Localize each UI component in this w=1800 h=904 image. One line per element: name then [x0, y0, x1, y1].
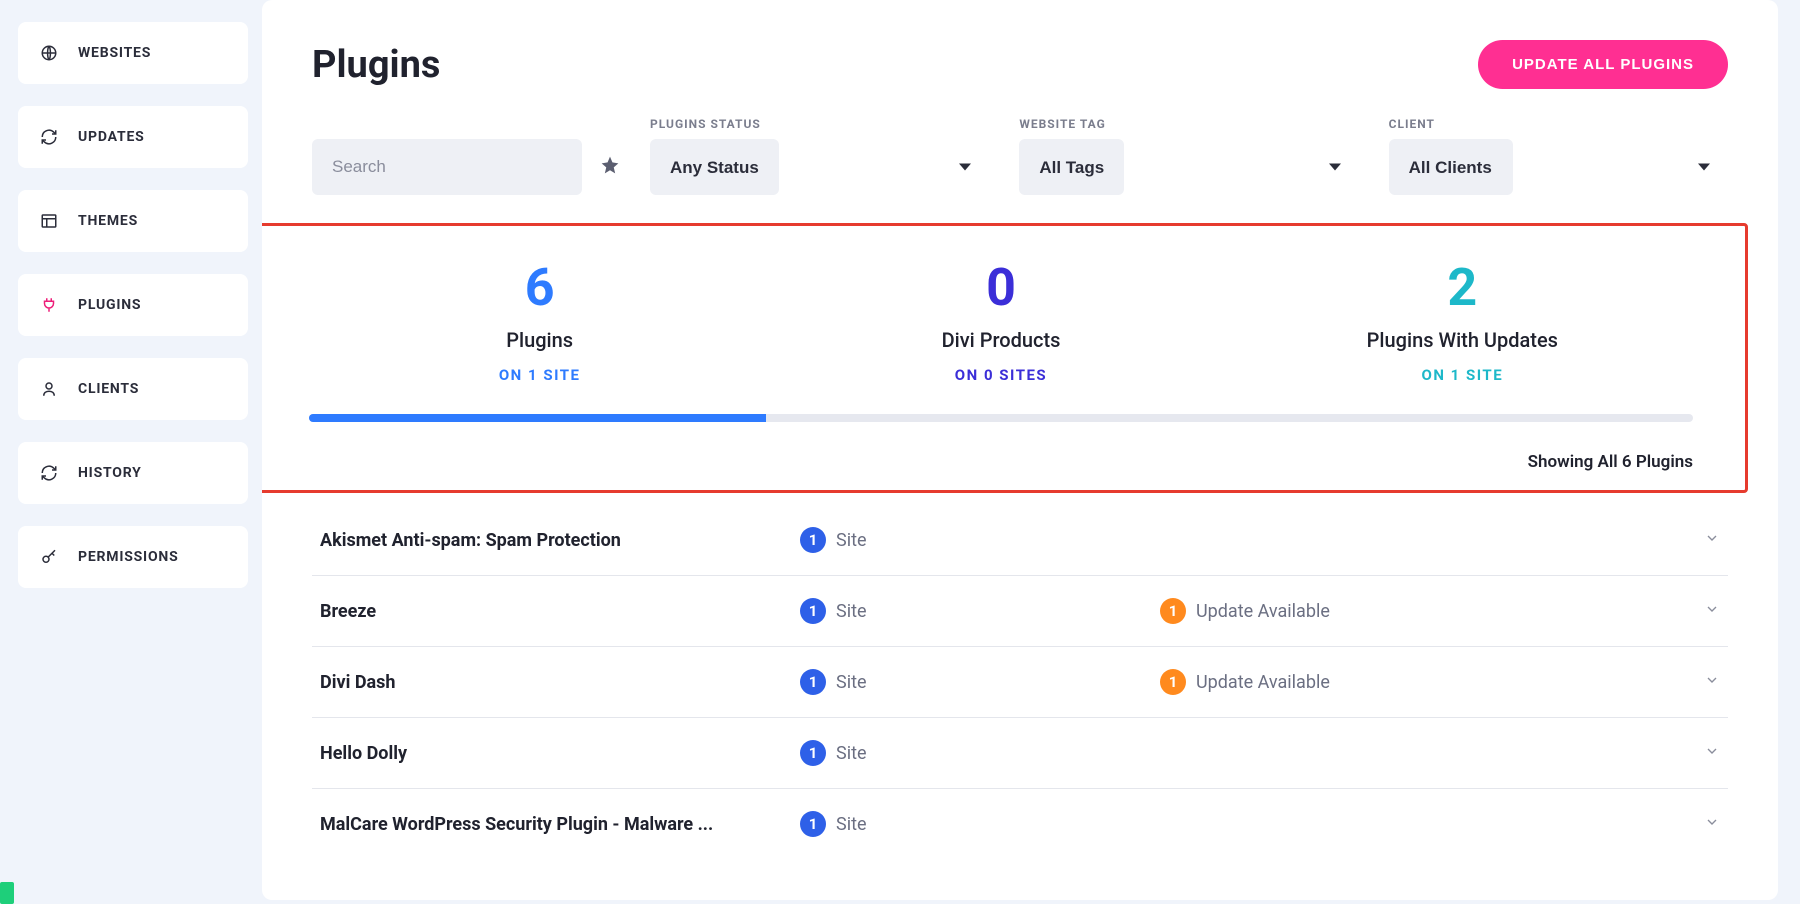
sidebar-item-permissions[interactable]: PERMISSIONS [18, 526, 248, 588]
plugin-site-count: 1 Site [800, 527, 1160, 553]
sidebar-item-label: HISTORY [78, 465, 226, 481]
stats-panel: 6 Plugins ON 1 SITE 0 Divi Products ON 0… [262, 223, 1748, 493]
plugin-name: MalCare WordPress Security Plugin - Malw… [320, 814, 800, 835]
site-count-badge: 1 [800, 669, 826, 695]
sidebar-item-history[interactable]: HISTORY [18, 442, 248, 504]
search-input[interactable] [312, 139, 582, 195]
sidebar: WEBSITES UPDATES THEMES PLUGINS CLIENTS … [0, 0, 262, 900]
website-tag-label: WEBSITE TAG [1019, 117, 1358, 131]
stat-updates-sub: ON 1 SITE [1232, 366, 1693, 384]
stat-plugins[interactable]: 6 Plugins ON 1 SITE [309, 262, 770, 384]
stat-plugins-label: Plugins [309, 328, 770, 352]
plugin-row[interactable]: Divi Dash 1 Site 1 Update Available [312, 647, 1728, 718]
plugin-row[interactable]: Hello Dolly 1 Site [312, 718, 1728, 789]
update-all-plugins-button[interactable]: UPDATE ALL PLUGINS [1478, 40, 1728, 89]
site-count-badge: 1 [800, 811, 826, 837]
globe-icon [40, 44, 58, 62]
site-count-badge: 1 [800, 598, 826, 624]
plugin-update-col: 1 Update Available [1160, 669, 1704, 695]
stat-updates-count: 2 [1232, 262, 1693, 314]
update-count-badge: 1 [1160, 669, 1186, 695]
plugin-row[interactable]: MalCare WordPress Security Plugin - Malw… [312, 789, 1728, 859]
site-label: Site [836, 601, 867, 622]
plugin-site-count: 1 Site [800, 598, 1160, 624]
site-label: Site [836, 672, 867, 693]
plugin-site-count: 1 Site [800, 811, 1160, 837]
layout-icon [40, 212, 58, 230]
showing-count-text: Showing All 6 Plugins [309, 452, 1693, 472]
progress-bar [309, 414, 1693, 422]
stat-divi-label: Divi Products [770, 328, 1231, 352]
chevron-down-icon[interactable] [1704, 743, 1720, 763]
client-select[interactable]: All Clients [1389, 139, 1513, 195]
plugin-update-col: 1 Update Available [1160, 598, 1704, 624]
website-tag-select[interactable]: All Tags [1019, 139, 1124, 195]
plugin-site-count: 1 Site [800, 669, 1160, 695]
star-icon[interactable] [600, 155, 620, 180]
plugins-status-select[interactable]: Any Status [650, 139, 779, 195]
update-count-badge: 1 [1160, 598, 1186, 624]
progress-fill [309, 414, 766, 422]
site-count-badge: 1 [800, 527, 826, 553]
filter-row: PLUGINS STATUS Any Status WEBSITE TAG Al… [312, 117, 1728, 195]
history-icon [40, 464, 58, 482]
sidebar-item-plugins[interactable]: PLUGINS [18, 274, 248, 336]
plugin-name: Hello Dolly [320, 743, 800, 764]
plugin-site-count: 1 Site [800, 740, 1160, 766]
stat-updates-label: Plugins With Updates [1232, 328, 1693, 352]
site-label: Site [836, 530, 867, 551]
sidebar-item-themes[interactable]: THEMES [18, 190, 248, 252]
plugin-list: Akismet Anti-spam: Spam Protection 1 Sit… [312, 505, 1728, 859]
sidebar-item-label: PERMISSIONS [78, 549, 226, 565]
stat-plugins-count: 6 [309, 262, 770, 314]
stat-divi-sub: ON 0 SITES [770, 366, 1231, 384]
plugin-name: Akismet Anti-spam: Spam Protection [320, 530, 800, 551]
key-icon [40, 548, 58, 566]
site-label: Site [836, 814, 867, 835]
stat-plugins-sub: ON 1 SITE [309, 366, 770, 384]
stat-plugins-with-updates[interactable]: 2 Plugins With Updates ON 1 SITE [1232, 262, 1693, 384]
site-label: Site [836, 743, 867, 764]
chevron-down-icon[interactable] [1704, 601, 1720, 621]
plugins-status-label: PLUGINS STATUS [650, 117, 989, 131]
sidebar-item-label: WEBSITES [78, 45, 226, 61]
plugin-row[interactable]: Breeze 1 Site 1 Update Available [312, 576, 1728, 647]
site-count-badge: 1 [800, 740, 826, 766]
chevron-down-icon[interactable] [1704, 530, 1720, 550]
sidebar-item-updates[interactable]: UPDATES [18, 106, 248, 168]
header-row: Plugins UPDATE ALL PLUGINS [312, 40, 1728, 89]
sidebar-item-websites[interactable]: WEBSITES [18, 22, 248, 84]
stat-divi-products[interactable]: 0 Divi Products ON 0 SITES [770, 262, 1231, 384]
plugin-name: Breeze [320, 601, 800, 622]
main-panel: Plugins UPDATE ALL PLUGINS PLUGINS STATU… [262, 0, 1778, 900]
plug-icon [40, 296, 58, 314]
page-title: Plugins [312, 43, 440, 87]
stat-divi-count: 0 [770, 262, 1231, 314]
update-text: Update Available [1196, 672, 1330, 693]
update-text: Update Available [1196, 601, 1330, 622]
chevron-down-icon[interactable] [1704, 672, 1720, 692]
plugin-row[interactable]: Akismet Anti-spam: Spam Protection 1 Sit… [312, 505, 1728, 576]
user-icon [40, 380, 58, 398]
chevron-down-icon[interactable] [1704, 814, 1720, 834]
sidebar-item-label: UPDATES [78, 129, 226, 145]
sidebar-item-label: PLUGINS [78, 297, 226, 313]
sidebar-item-clients[interactable]: CLIENTS [18, 358, 248, 420]
sidebar-item-label: CLIENTS [78, 381, 226, 397]
client-label: CLIENT [1389, 117, 1728, 131]
sidebar-item-label: THEMES [78, 213, 226, 229]
plugin-name: Divi Dash [320, 672, 800, 693]
refresh-icon [40, 128, 58, 146]
